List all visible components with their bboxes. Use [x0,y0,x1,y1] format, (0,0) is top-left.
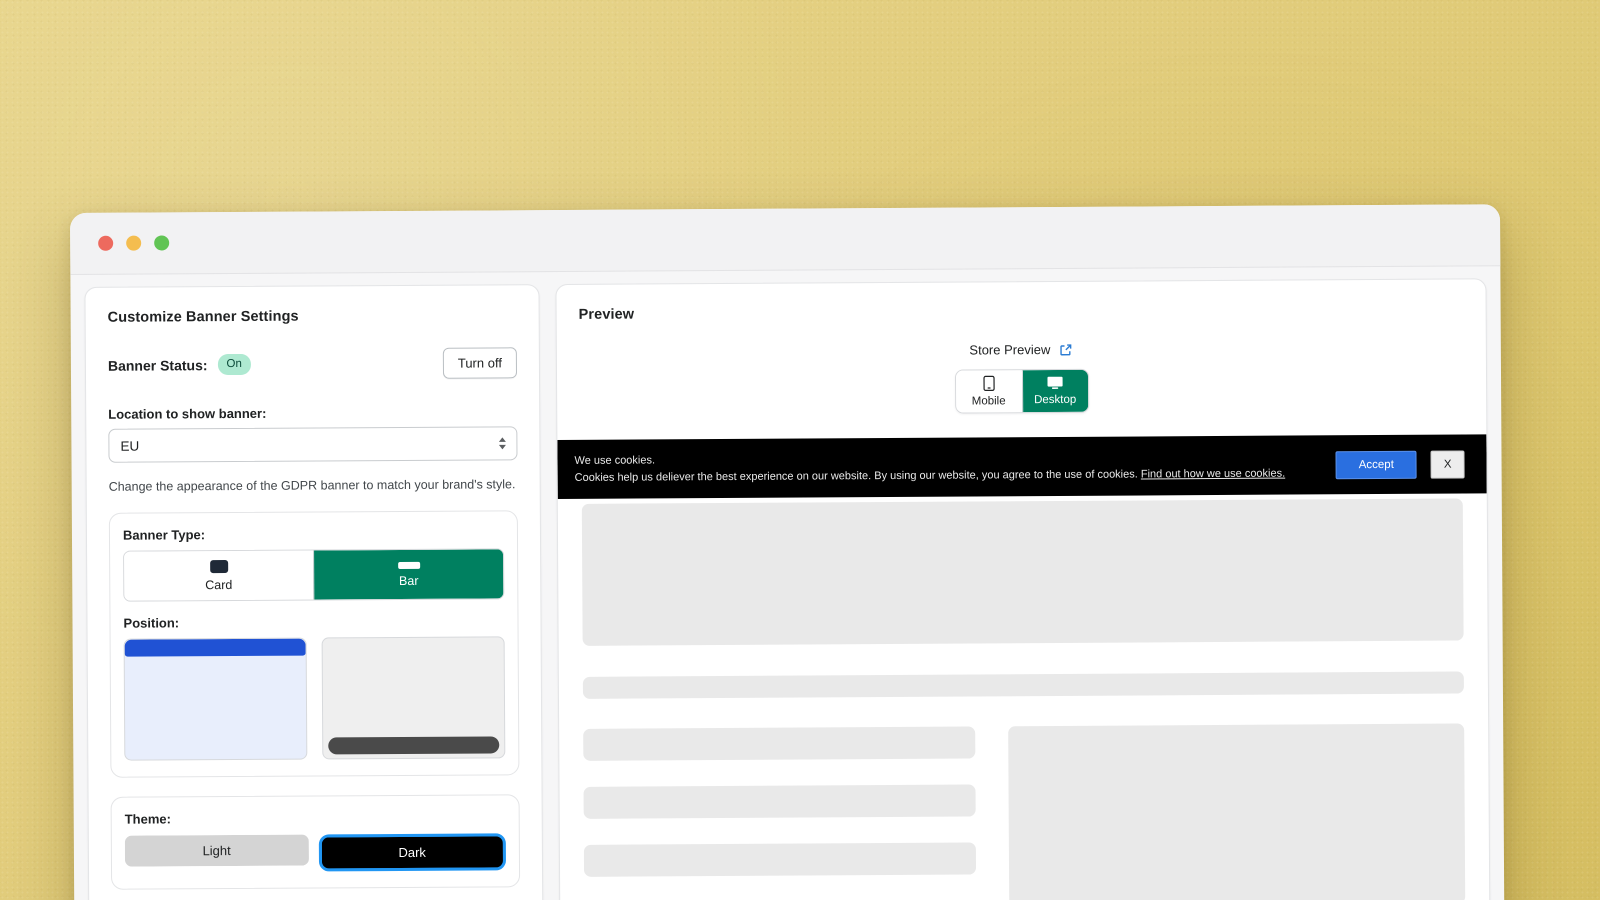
store-preview-link[interactable]: Store Preview [969,342,1073,358]
banner-type-label: Banner Type: [122,527,206,543]
banner-status-label: Banner Status: [107,356,208,374]
bar-shape-icon [397,561,420,569]
banner-type-segmented-control: Card Bar [123,548,505,602]
preview-panel: Preview Store Preview Mobile Desktop We … [555,278,1491,900]
preview-title: Preview [578,306,635,323]
position-bottom-indicator [328,736,500,755]
device-option-mobile[interactable]: Mobile [955,370,1022,413]
close-window-button[interactable] [98,235,114,251]
skeleton-left-column [583,726,977,900]
app-window: Customize Banner Settings Banner Status:… [70,204,1505,900]
minimize-window-button[interactable] [126,235,142,251]
theme-options: Light Dark [124,833,506,872]
theme-option-dark[interactable]: Dark [321,836,504,869]
skeleton-text-bar [583,726,976,761]
skeleton-right-block [1008,723,1466,900]
window-titlebar [70,204,1501,275]
position-option-top[interactable] [123,637,308,761]
position-top-indicator [124,638,306,657]
close-cookie-banner-button[interactable]: X [1430,449,1465,479]
accept-cookies-button[interactable]: Accept [1335,450,1417,479]
cookie-banner-text: We use cookies. Cookies help us deliever… [574,448,1321,486]
cookie-banner-body-line: Cookies help us deliever the best experi… [575,465,1322,486]
maximize-window-button[interactable] [154,235,170,251]
banner-type-option-card[interactable]: Card [124,550,314,601]
skeleton-hero-block [581,498,1464,646]
banner-type-option-bar[interactable]: Bar [313,549,504,600]
location-label: Location to show banner: [108,405,267,422]
turn-off-button[interactable]: Turn off [442,347,518,379]
store-preview-skeleton [580,482,1468,900]
banner-type-group: Banner Type: Card Bar Position: [108,510,520,778]
skeleton-text-bar [583,784,976,819]
page-title: Customize Banner Settings [107,308,299,326]
position-label: Position: [123,615,180,631]
skeleton-text-bar [583,842,977,877]
device-mobile-label: Mobile [971,395,1006,408]
workspace: Customize Banner Settings Banner Status:… [70,266,1504,900]
external-link-icon [1059,342,1073,356]
card-shape-icon [209,559,228,573]
status-badge: On [217,353,251,376]
banner-type-bar-label: Bar [398,573,419,588]
banner-type-card-label: Card [205,577,233,592]
position-option-bottom[interactable] [321,636,506,760]
theme-group: Theme: Light Dark [110,794,521,890]
stepper-arrows-icon [498,437,506,450]
banner-settings-panel: Customize Banner Settings Banner Status:… [84,284,544,900]
location-select-wrapper: EU [108,426,518,463]
device-option-desktop[interactable]: Desktop [1021,369,1088,413]
device-desktop-label: Desktop [1034,393,1077,407]
theme-option-light[interactable]: Light [124,834,309,867]
position-options [123,636,506,761]
cookie-policy-link[interactable]: Find out how we use cookies. [1141,467,1285,480]
location-select[interactable]: EU [108,426,518,463]
mobile-icon [982,375,995,394]
theme-option-dark-wrapper: Dark [318,833,506,871]
skeleton-columns [583,723,1466,900]
skeleton-wide-bar [582,671,1464,699]
appearance-helper-text: Change the appearance of the GDPR banner… [108,477,516,494]
cookie-consent-banner: We use cookies. Cookies help us deliever… [557,434,1487,500]
theme-label: Theme: [124,811,171,827]
device-toggle: Mobile Desktop [954,368,1089,414]
store-preview-label: Store Preview [969,342,1051,358]
banner-status-row: Banner Status: On Turn off [107,347,518,380]
desktop-icon [1047,376,1063,393]
cookie-banner-body: Cookies help us deliever the best experi… [574,467,1138,484]
preview-header: Store Preview Mobile Desktop [579,339,1464,415]
